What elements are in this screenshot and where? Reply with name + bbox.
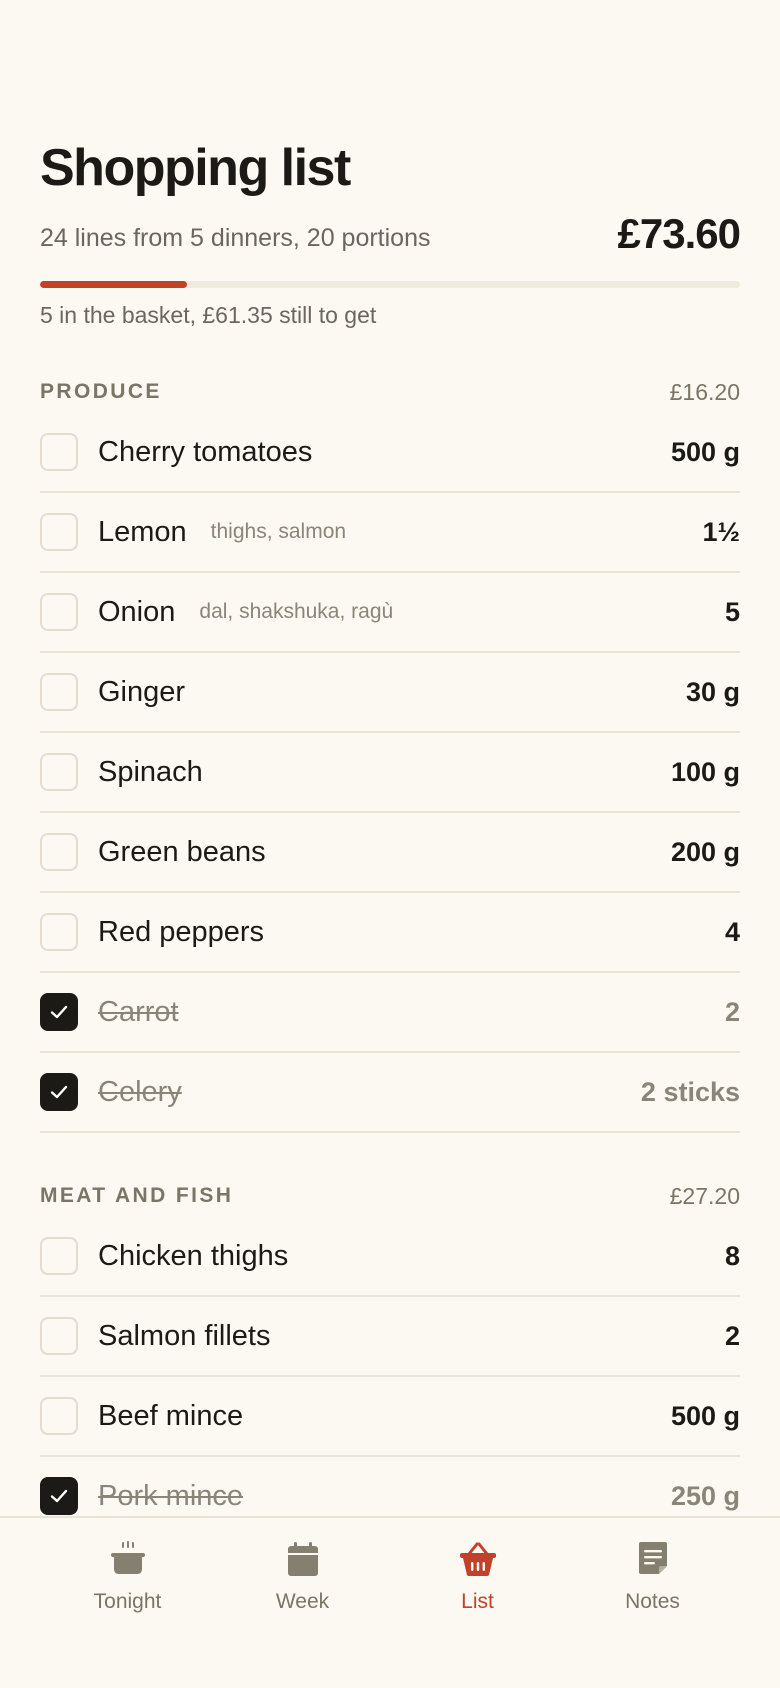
item-name: Salmon fillets <box>98 1319 271 1352</box>
tab-label: Tonight <box>93 1590 162 1613</box>
item-quantity: 500 g <box>670 1400 740 1431</box>
section-total: £27.20 <box>669 1182 740 1209</box>
item-recipe-note: thighs, salmon <box>210 520 347 543</box>
item-recipe-note: dal, shakshuka, ragù <box>199 600 394 623</box>
section-header-meat-and-fish: MEAT AND FISH £27.20 <box>40 1181 740 1211</box>
tab-label: List <box>461 1590 494 1613</box>
list-item[interactable]: Green beans 200 g <box>40 813 740 893</box>
item-name: Lemon <box>98 515 187 548</box>
item-quantity: 8 <box>724 1240 740 1271</box>
item-checkbox[interactable] <box>40 513 78 551</box>
list-item[interactable]: Salmon fillets 2 <box>40 1297 740 1377</box>
item-name: Chicken thighs <box>98 1239 289 1272</box>
item-checkbox[interactable] <box>40 993 78 1031</box>
item-name: Onion <box>98 595 176 628</box>
pot-icon <box>110 1541 145 1574</box>
bottom-tab-bar: Tonight Week List Notes <box>0 1516 780 1688</box>
item-checkbox[interactable] <box>40 593 78 631</box>
list-item[interactable]: Celery 2 sticks <box>40 1053 740 1133</box>
item-quantity: 30 g <box>685 676 740 707</box>
list-item[interactable]: Spinach 100 g <box>40 733 740 813</box>
check-icon <box>50 1489 68 1503</box>
item-checkbox[interactable] <box>40 913 78 951</box>
item-name: Beef mince <box>98 1399 244 1432</box>
list-item[interactable]: Cherry tomatoes 500 g <box>40 413 740 493</box>
item-name: Pork mince <box>98 1479 244 1512</box>
item-checkbox[interactable] <box>40 673 78 711</box>
item-quantity: 2 sticks <box>640 1076 740 1107</box>
basket-icon <box>459 1542 496 1576</box>
list-item[interactable]: Red peppers 4 <box>40 893 740 973</box>
item-checkbox[interactable] <box>40 833 78 871</box>
list-summary: 24 lines from 5 dinners, 20 portions <box>40 224 431 252</box>
section-header-produce: PRODUCE £16.20 <box>40 377 740 407</box>
list-total: £73.60 <box>617 210 741 257</box>
item-quantity: 200 g <box>670 836 740 867</box>
item-name: Spinach <box>98 755 203 788</box>
item-checkbox[interactable] <box>40 753 78 791</box>
check-icon <box>50 1005 68 1019</box>
tab-label: Notes <box>625 1590 680 1613</box>
shopping-list-screen: Shopping list 24 lines from 5 dinners, 2… <box>0 0 780 1688</box>
item-checkbox[interactable] <box>40 1477 78 1515</box>
list-item[interactable]: Chicken thighs 8 <box>40 1217 740 1297</box>
basket-status: 5 in the basket, £61.35 still to get <box>40 302 377 328</box>
section-total: £16.20 <box>669 378 740 405</box>
item-quantity: 250 g <box>670 1480 740 1511</box>
notes-icon <box>638 1542 667 1574</box>
list-item[interactable]: Lemon thighs, salmon 1½ <box>40 493 740 573</box>
section-name: MEAT AND FISH <box>40 1184 234 1207</box>
tab-tonight[interactable]: Tonight <box>43 1518 213 1688</box>
item-checkbox[interactable] <box>40 1317 78 1355</box>
section-items-produce: Cherry tomatoes 500 g Lemon thighs, salm… <box>40 413 740 1133</box>
list-item[interactable]: Carrot 2 <box>40 973 740 1053</box>
item-checkbox[interactable] <box>40 433 78 471</box>
item-quantity: 500 g <box>670 436 740 467</box>
tab-label: Week <box>275 1590 330 1613</box>
list-item[interactable]: Beef mince 500 g <box>40 1377 740 1457</box>
item-checkbox[interactable] <box>40 1397 78 1435</box>
item-quantity: 2 <box>724 1320 740 1351</box>
item-quantity: 100 g <box>670 756 740 787</box>
basket-progress-bar <box>40 281 740 288</box>
item-name: Celery <box>98 1075 182 1108</box>
item-name: Red peppers <box>98 915 265 948</box>
item-quantity: 4 <box>724 916 740 947</box>
item-name: Ginger <box>98 675 186 708</box>
item-checkbox[interactable] <box>40 1237 78 1275</box>
item-name: Carrot <box>98 995 179 1028</box>
list-item[interactable]: Ginger 30 g <box>40 653 740 733</box>
tab-list[interactable]: List <box>393 1518 563 1688</box>
item-quantity: 5 <box>724 596 740 627</box>
item-name: Green beans <box>98 835 266 868</box>
item-quantity: 2 <box>724 996 740 1027</box>
calendar-icon <box>287 1542 318 1576</box>
tab-notes[interactable]: Notes <box>568 1518 738 1688</box>
item-name: Cherry tomatoes <box>98 435 313 468</box>
page-title: Shopping list <box>40 139 351 197</box>
item-checkbox[interactable] <box>40 1073 78 1111</box>
check-icon <box>50 1085 68 1099</box>
section-name: PRODUCE <box>40 380 162 403</box>
item-quantity: 1½ <box>702 516 740 547</box>
list-item[interactable]: Onion dal, shakshuka, ragù 5 <box>40 573 740 653</box>
basket-progress-fill <box>40 281 187 288</box>
section-items-meat-and-fish: Chicken thighs 8 Salmon fillets 2 Beef m… <box>40 1217 740 1537</box>
tab-week[interactable]: Week <box>218 1518 388 1688</box>
